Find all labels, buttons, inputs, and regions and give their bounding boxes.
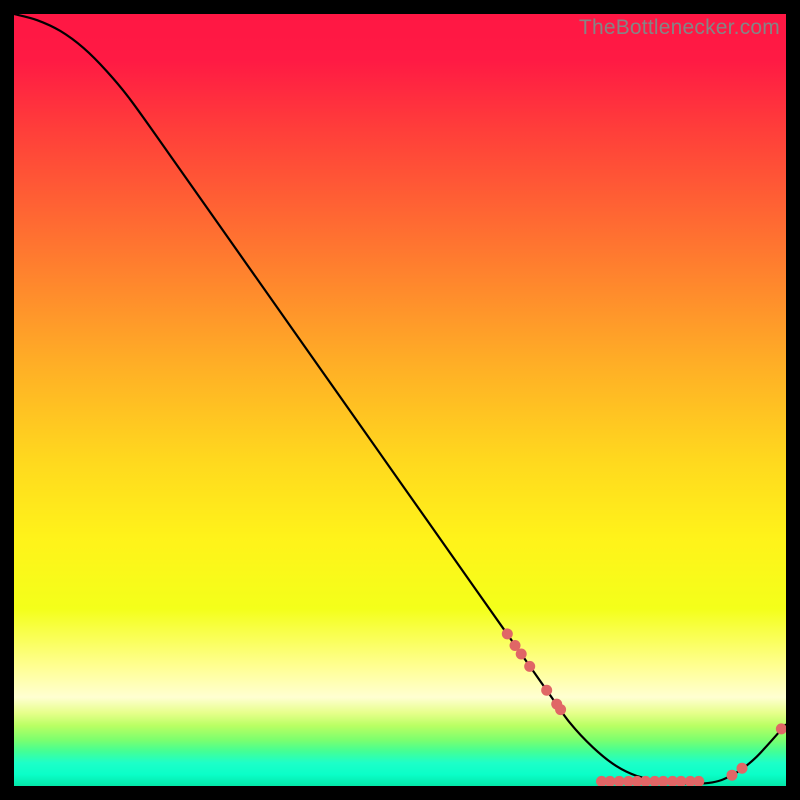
chart-background-gradient bbox=[14, 14, 786, 786]
chart-frame: TheBottlenecker.com bbox=[14, 14, 786, 786]
marker-point bbox=[541, 685, 552, 696]
marker-point bbox=[502, 628, 513, 639]
marker-point bbox=[524, 661, 535, 672]
chart-svg bbox=[14, 14, 786, 786]
marker-point bbox=[555, 704, 566, 715]
watermark-text: TheBottlenecker.com bbox=[579, 16, 780, 40]
marker-point bbox=[736, 763, 747, 774]
marker-point bbox=[516, 648, 527, 659]
marker-point bbox=[726, 770, 737, 781]
